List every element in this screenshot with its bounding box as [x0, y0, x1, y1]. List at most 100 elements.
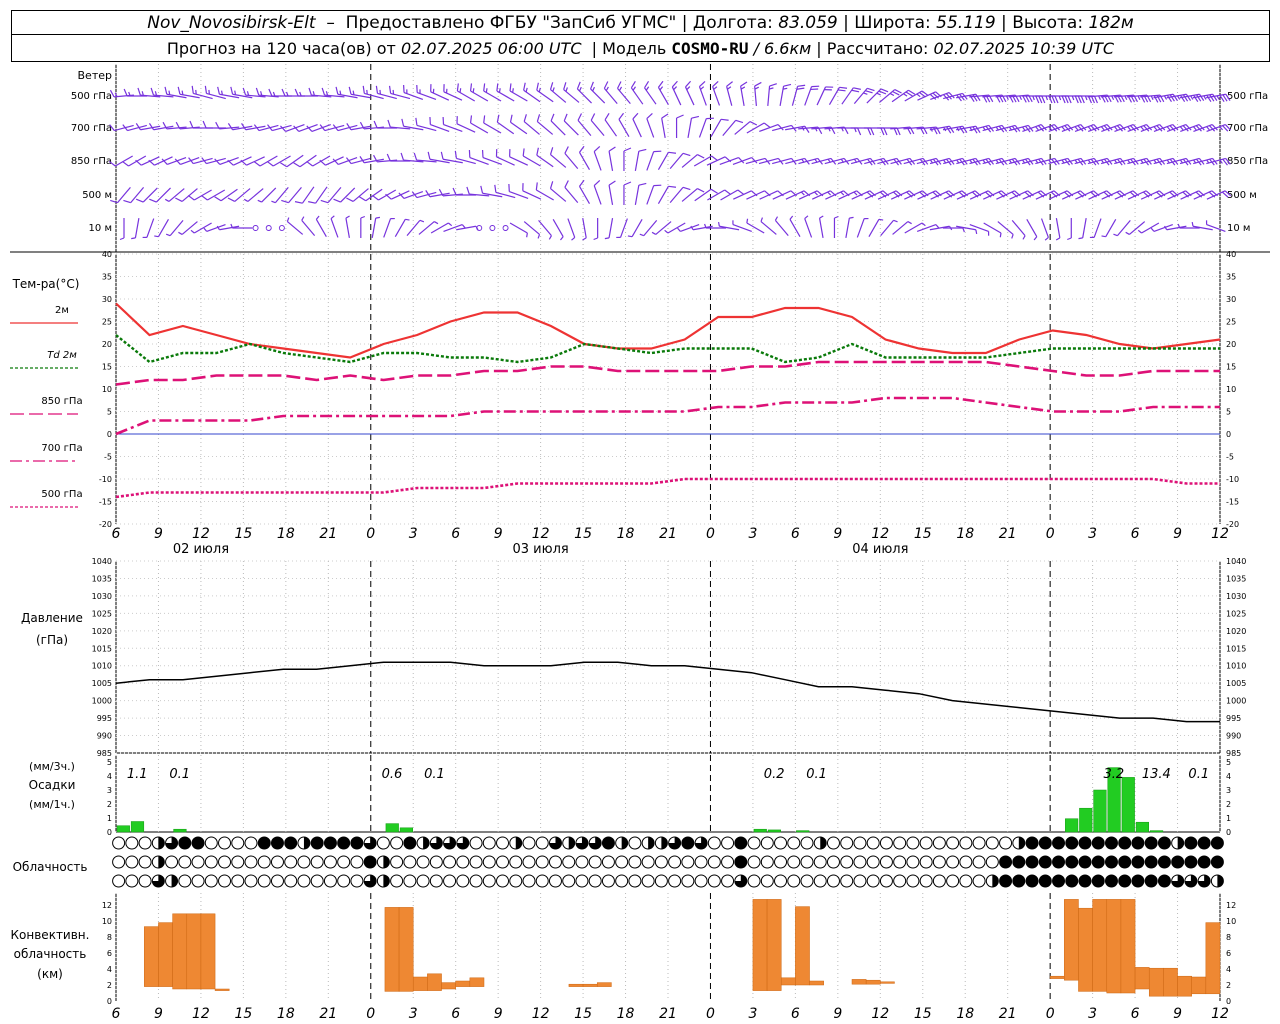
y-tick-label-right: 35 [1226, 273, 1236, 282]
cloud-symbol [1091, 855, 1105, 869]
cloud-symbol [257, 836, 271, 850]
wind-barb [684, 80, 695, 106]
barb-half [664, 229, 669, 234]
barb-half [800, 191, 805, 196]
cloud-fill [192, 837, 205, 849]
wind-barb [618, 112, 630, 137]
wind-barb [657, 80, 669, 105]
barb-half [286, 217, 290, 222]
barb-full [804, 125, 810, 133]
cloud-symbol [469, 874, 483, 888]
barb-half [618, 86, 623, 91]
barb-full [454, 150, 458, 159]
wind-barb [1055, 218, 1061, 241]
cloud-fill [258, 837, 271, 849]
hour-tick-label: 15 [574, 1006, 592, 1022]
barb-full [1038, 95, 1043, 104]
y-tick-label-right: 2 [1226, 800, 1231, 809]
hour-tick-label: 0 [1046, 526, 1055, 542]
wind-title: Ветер [78, 69, 112, 82]
barb-half [375, 216, 381, 219]
cloud-symbol [1118, 836, 1132, 850]
barb-half [360, 215, 366, 219]
y-tick-label-right: 1015 [1226, 644, 1246, 653]
barb-staff [804, 218, 813, 238]
wind-barb [371, 216, 381, 238]
cloud-circle [390, 836, 404, 850]
cloud-fill [1065, 837, 1078, 849]
y-tick-label-left: 35 [102, 273, 112, 282]
hour-tick-label: 0 [706, 526, 715, 542]
hour-tick-label: 12 [871, 526, 889, 542]
convective-bar [1078, 907, 1093, 992]
barb-half [677, 227, 681, 232]
barb-full [682, 152, 691, 157]
wind-barb [406, 219, 425, 237]
precip-total-label: 0.1 [169, 767, 190, 782]
barb-staff [759, 124, 779, 132]
wind-barb [634, 148, 647, 171]
cloud-symbol [985, 836, 999, 850]
cloud-symbol [548, 874, 562, 888]
barb-half [433, 221, 439, 225]
barb-full [577, 113, 583, 121]
barb-staff [1093, 218, 1102, 238]
cloud-symbol [1184, 874, 1198, 888]
barb-staff [646, 151, 655, 171]
cloud-fill [1105, 875, 1118, 887]
barb-staff [669, 186, 684, 204]
cloud-fill [1171, 856, 1184, 868]
cloud-symbol [972, 874, 986, 888]
wind-barb [671, 80, 682, 106]
wind-barb [266, 155, 291, 167]
cloud-circle [826, 855, 840, 869]
hour-tick-label: 9 [1173, 1006, 1182, 1022]
wind-barb [623, 181, 632, 205]
cloud-circle [482, 855, 496, 869]
barb-staff [880, 219, 894, 237]
wind-barb [564, 180, 579, 204]
barb-half [582, 237, 587, 241]
day-label: 03 июля [513, 542, 569, 557]
barb-staff [193, 222, 212, 234]
cloud-symbol [496, 836, 510, 850]
cloud-circle [244, 874, 258, 888]
barb-full [1064, 95, 1069, 104]
barb-half [999, 232, 1002, 238]
y-tick-label-right: 1005 [1226, 679, 1246, 688]
barb-full [401, 118, 405, 127]
pressure-unit: (гПа) [36, 633, 68, 647]
barb-full [481, 149, 484, 158]
cloud-symbol [800, 874, 814, 888]
cloud-symbol [456, 836, 470, 850]
hour-tick-label: 9 [154, 1006, 163, 1022]
cloud-circle [760, 874, 774, 888]
cloud-fill [1158, 856, 1171, 868]
wind-barb [253, 155, 278, 167]
barb-full [483, 115, 486, 124]
wind-barb [383, 217, 395, 238]
wind-barb [837, 127, 862, 136]
barb-full [657, 80, 664, 88]
y-tick-label-right: 1020 [1226, 627, 1246, 636]
cloud-circle [522, 855, 536, 869]
cloud-symbol [522, 874, 536, 888]
hour-tick-label: 21 [999, 1006, 1017, 1022]
y-tick-label-left: 5 [107, 758, 112, 767]
convective-ylabel-line3: (км) [37, 967, 63, 981]
cloud-circle [535, 874, 549, 888]
cloud-symbol [747, 836, 761, 850]
cloud-circle [972, 855, 986, 869]
cloud-fill [1079, 875, 1091, 887]
barb-full [522, 183, 524, 191]
barb-staff [261, 187, 277, 203]
cloud-circle [694, 874, 708, 888]
hour-tick-label: 6 [1131, 1006, 1140, 1022]
wind-barb [1089, 218, 1102, 239]
barb-half [849, 216, 854, 219]
y-tick-label-left: -5 [104, 453, 112, 462]
cloud-circle [416, 874, 430, 888]
barb-staff [301, 219, 316, 237]
cloud-circle [972, 836, 986, 850]
y-tick-label-left: 1005 [92, 679, 112, 688]
